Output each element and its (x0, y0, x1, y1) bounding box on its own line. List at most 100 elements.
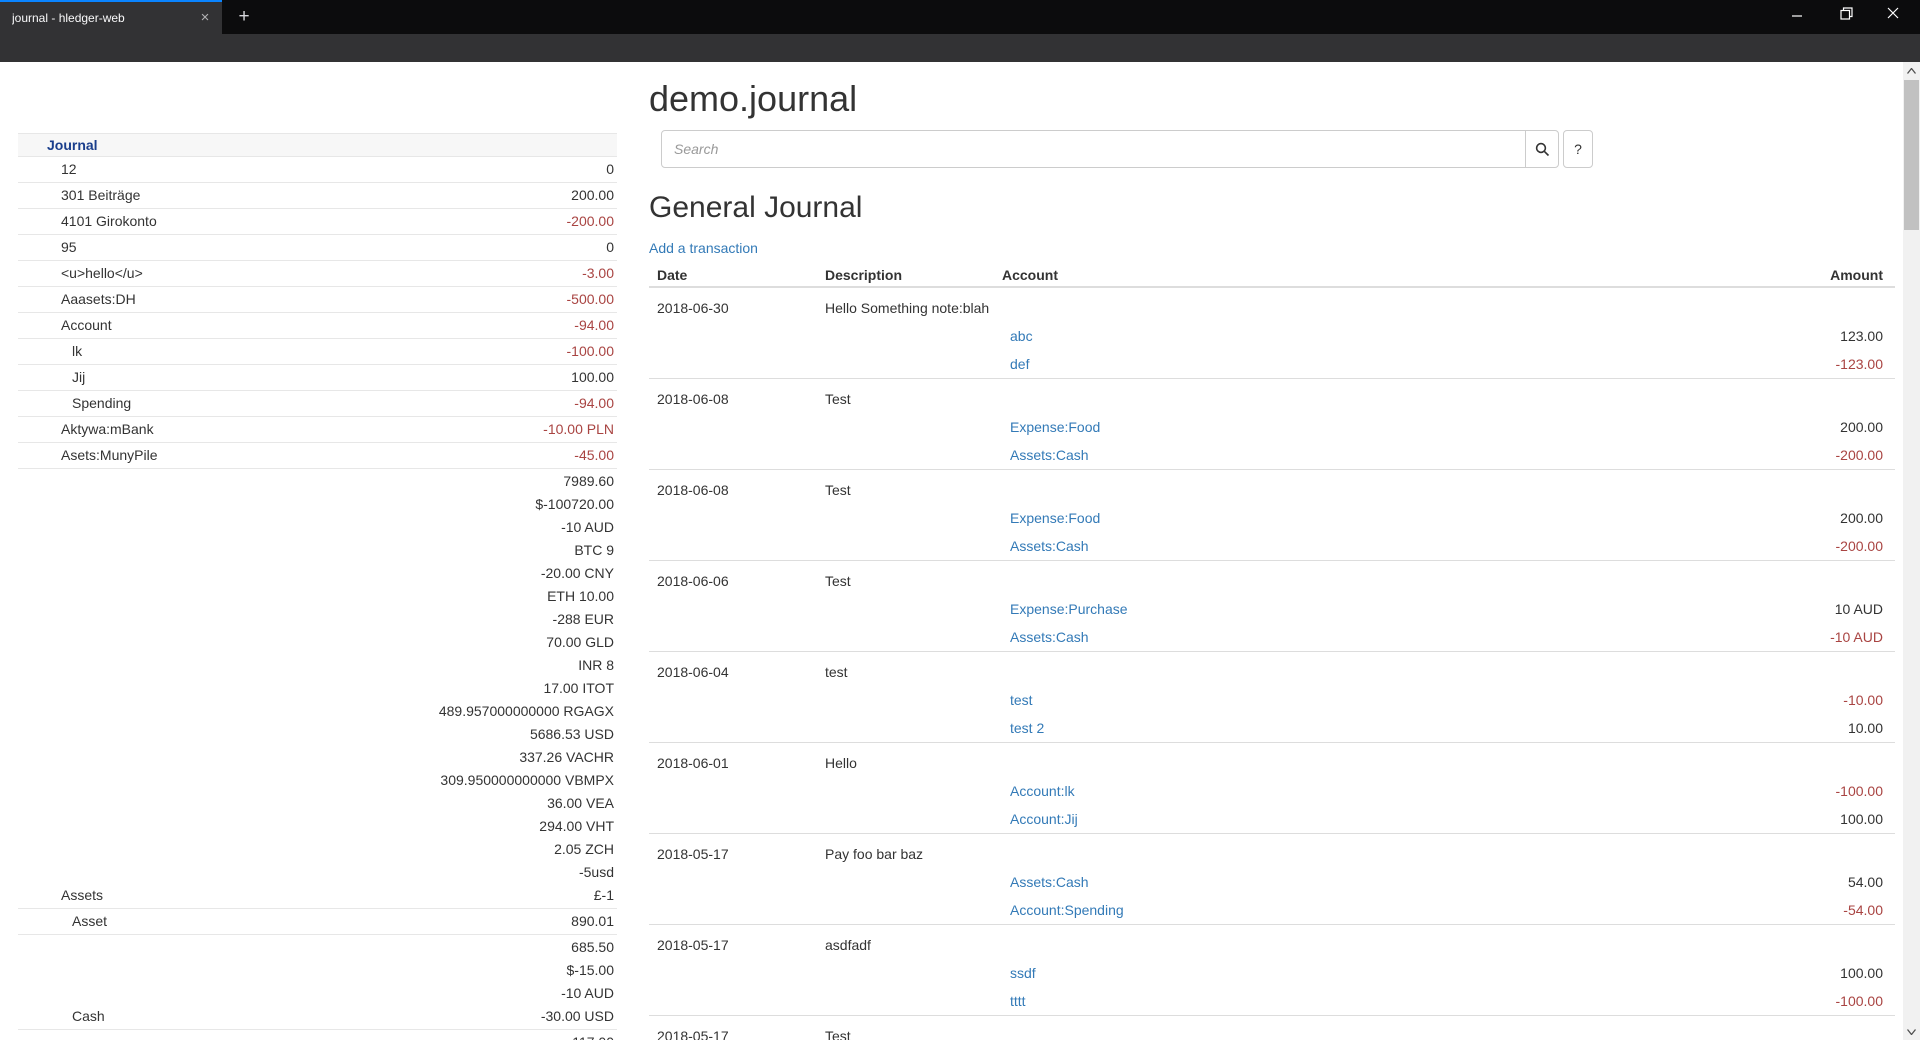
posting-spacer (825, 532, 1002, 560)
transaction-description: Test (825, 567, 1883, 595)
posting-account-cell: Assets:Cash (1002, 441, 1653, 469)
account-balance-amount: 685.50 (105, 936, 614, 959)
transaction-date: 2018-06-08 (657, 476, 825, 504)
account-balance-amount: -100.00 (82, 340, 614, 363)
posting-account-cell: Assets:Cash (1002, 532, 1653, 560)
sidebar-account-link[interactable]: 301 Beiträge (18, 184, 140, 207)
posting-account-link[interactable]: ssdf (1002, 965, 1036, 981)
transaction-row[interactable]: 2018-05-17Pay foo bar bazAssets:Cash54.0… (649, 834, 1895, 925)
sidebar-account-link[interactable]: Asset (18, 910, 107, 933)
transaction-row[interactable]: 2018-06-08TestExpense:Food200.00Assets:C… (649, 470, 1895, 561)
posting-amount: -100.00 (1653, 777, 1883, 805)
tab-title: journal - hledger-web (12, 11, 196, 25)
transaction-row[interactable]: 2018-06-04testtest-10.00test 210.00 (649, 652, 1895, 743)
posting-amount: 123.00 (1653, 322, 1883, 350)
window-minimize-button[interactable] (1775, 0, 1819, 26)
posting-account-link[interactable]: Expense:Food (1002, 510, 1100, 526)
chevron-down-icon (1907, 1029, 1916, 1035)
posting-account-link[interactable]: Assets:Cash (1002, 874, 1089, 890)
sidebar-journal-link[interactable]: Journal (47, 137, 98, 153)
sidebar-account-link[interactable]: Assets (18, 884, 103, 907)
sidebar-account-link[interactable]: Asets:MunyPile (18, 444, 157, 467)
sidebar-account-link[interactable]: Account (18, 314, 112, 337)
scrollbar-thumb[interactable] (1904, 80, 1919, 230)
posting-account-link[interactable]: Expense:Purchase (1002, 601, 1128, 617)
transaction-date: 2018-06-08 (657, 385, 825, 413)
sidebar-account-link[interactable]: 12 (18, 158, 77, 181)
posting-account-link[interactable]: Assets:Cash (1002, 538, 1089, 554)
transaction-row[interactable]: 2018-05-17asdfadfssdf100.00tttt-100.00 (649, 925, 1895, 1016)
posting-account-cell: test 2 (1002, 714, 1653, 742)
posting-spacer (657, 714, 825, 742)
transaction-date: 2018-05-17 (657, 931, 825, 959)
sidebar-account-link[interactable]: Spending (18, 392, 131, 415)
posting-account-link[interactable]: Account:Spending (1002, 902, 1124, 918)
account-balance-cell: -100.00 (82, 340, 617, 363)
account-balance-amount: -10 AUD (103, 516, 614, 539)
posting-spacer (657, 595, 825, 623)
header-description: Description (825, 264, 1002, 286)
transaction-row[interactable]: 2018-06-08TestExpense:Food200.00Assets:C… (649, 379, 1895, 470)
new-tab-button[interactable]: + (232, 5, 256, 29)
posting-account-cell: Account:Jij (1002, 805, 1653, 833)
posting-account-link[interactable]: Account:Jij (1002, 811, 1078, 827)
posting-account-link[interactable]: test 2 (1002, 720, 1044, 736)
sidebar-account-link[interactable]: 4101 Girokonto (18, 210, 157, 233)
main-panel: demo.journal ? General Journal Add a tra… (649, 62, 1895, 1040)
sidebar-account-row: Asets:MunyPile-45.00 (18, 442, 617, 468)
window-close-button[interactable] (1871, 0, 1915, 26)
account-balance-cell: -117.00 (61, 1031, 617, 1040)
posting-account-link[interactable]: Assets:Cash (1002, 629, 1089, 645)
posting-spacer (657, 868, 825, 896)
sidebar-account-link[interactable]: lk (18, 340, 82, 363)
sidebar-account-link[interactable]: Cash (18, 1005, 105, 1028)
transaction-row[interactable]: 2018-05-17Test (649, 1016, 1895, 1040)
posting-account-cell: tttt (1002, 987, 1653, 1015)
transaction-row[interactable]: 2018-06-01HelloAccount:lk-100.00Account:… (649, 743, 1895, 834)
sidebar-account-row: Asset890.01 (18, 908, 617, 934)
sidebar-account-link[interactable]: <u>hello</u> (18, 262, 143, 285)
posting-spacer (825, 441, 1002, 469)
posting-line: ssdf100.00 (649, 959, 1895, 987)
sidebar-account-link[interactable]: Aktywa:mBank (18, 418, 154, 441)
account-balance-amount: 17.00 ITOT (103, 677, 614, 700)
posting-spacer (825, 805, 1002, 833)
posting-account-link[interactable]: Assets:Cash (1002, 447, 1089, 463)
posting-account-link[interactable]: Expense:Food (1002, 419, 1100, 435)
posting-account-link[interactable]: abc (1002, 328, 1033, 344)
transaction-description: test (825, 658, 1883, 686)
posting-account-link[interactable]: tttt (1002, 993, 1026, 1009)
posting-account-cell: Account:lk (1002, 777, 1653, 805)
journal-search-button[interactable] (1525, 130, 1559, 168)
account-balance-cell: -500.00 (136, 288, 617, 311)
transaction-date: 2018-06-30 (657, 294, 825, 322)
posting-spacer (825, 413, 1002, 441)
search-help-button[interactable]: ? (1563, 130, 1593, 168)
transaction-date: 2018-05-17 (657, 1022, 825, 1040)
sidebar-account-link[interactable]: 95 (18, 236, 77, 259)
account-balance-amount: 337.26 VACHR (103, 746, 614, 769)
transaction-description: Hello Something note:blah (825, 294, 1883, 322)
journal-search-input[interactable] (661, 130, 1526, 168)
transaction-description: asdfadf (825, 931, 1883, 959)
posting-account-link[interactable]: test (1002, 692, 1033, 708)
sidebar-account-link[interactable]: Jij (18, 366, 85, 389)
tab-close-icon[interactable]: × (196, 9, 214, 27)
sidebar-journal-row: Journal (18, 133, 617, 156)
scrollbar-track[interactable] (1903, 62, 1920, 1040)
posting-account-link[interactable]: Account:lk (1002, 783, 1075, 799)
posting-account-cell: Assets:Cash (1002, 623, 1653, 651)
add-transaction-link[interactable]: Add a transaction (649, 240, 758, 257)
sidebar-account-link[interactable]: Aaasets:DH (18, 288, 136, 311)
posting-account-link[interactable]: def (1002, 356, 1029, 372)
active-tab[interactable]: journal - hledger-web × (0, 0, 222, 34)
scroll-down-button[interactable] (1903, 1023, 1920, 1040)
sidebar-account-row: lk-100.00 (18, 338, 617, 364)
window-restore-button[interactable] (1824, 0, 1868, 26)
transaction-date: 2018-06-06 (657, 567, 825, 595)
account-balance-amount: -500.00 (136, 288, 614, 311)
scroll-up-button[interactable] (1903, 62, 1920, 79)
transaction-row[interactable]: 2018-06-30Hello Something note:blah abc 12… (649, 288, 1895, 379)
transaction-row[interactable]: 2018-06-06TestExpense:Purchase10 AUDAsse… (649, 561, 1895, 652)
posting-spacer (825, 896, 1002, 924)
